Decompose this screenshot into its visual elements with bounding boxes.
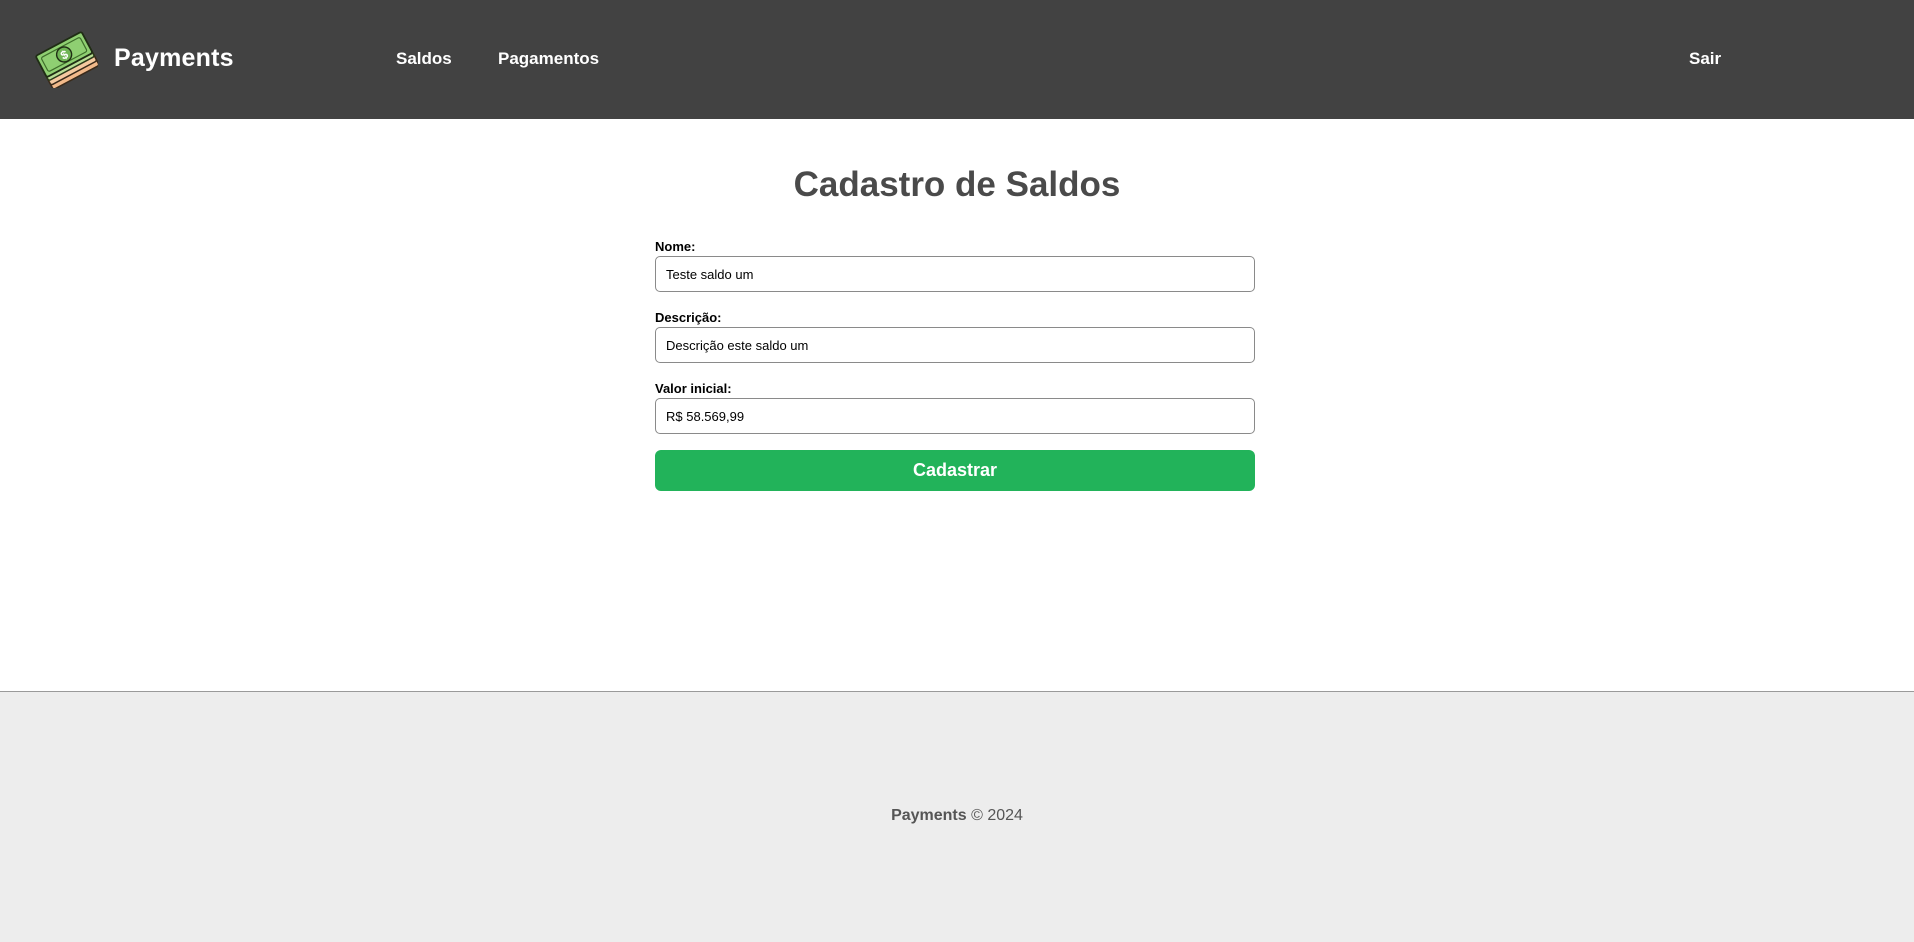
page-title: Cadastro de Saldos	[793, 165, 1121, 204]
field-group-valor-inicial: Valor inicial:	[655, 381, 1255, 434]
descricao-input[interactable]	[655, 327, 1255, 363]
nav-link-saldos[interactable]: Saldos	[396, 49, 452, 69]
field-group-nome: Nome:	[655, 239, 1255, 292]
footer: Payments © 2024	[0, 691, 1914, 942]
nav-link-pagamentos[interactable]: Pagamentos	[498, 49, 599, 69]
money-stack-icon: $	[35, 31, 98, 88]
nome-label: Nome:	[655, 239, 696, 254]
descricao-label: Descrição:	[655, 310, 722, 325]
field-group-descricao: Descrição:	[655, 310, 1255, 363]
valor-inicial-input[interactable]	[655, 398, 1255, 434]
cadastrar-button[interactable]: Cadastrar	[655, 450, 1255, 491]
saldo-form: Nome: Descrição: Valor inicial: Cadastra…	[655, 239, 1255, 491]
top-navbar: $ Payments Saldos Pagamentos Sair	[0, 0, 1914, 119]
nome-input[interactable]	[655, 256, 1255, 292]
main-content: Cadastro de Saldos Nome: Descrição: Valo…	[0, 119, 1914, 691]
logout-link[interactable]: Sair	[1689, 49, 1721, 69]
footer-copyright-text: © 2024	[966, 807, 1023, 824]
footer-copyright: Payments © 2024	[0, 807, 1914, 825]
brand[interactable]: $ Payments	[34, 28, 234, 88]
brand-name: Payments	[114, 43, 234, 72]
footer-brand: Payments	[891, 807, 967, 824]
valor-inicial-label: Valor inicial:	[655, 381, 732, 396]
